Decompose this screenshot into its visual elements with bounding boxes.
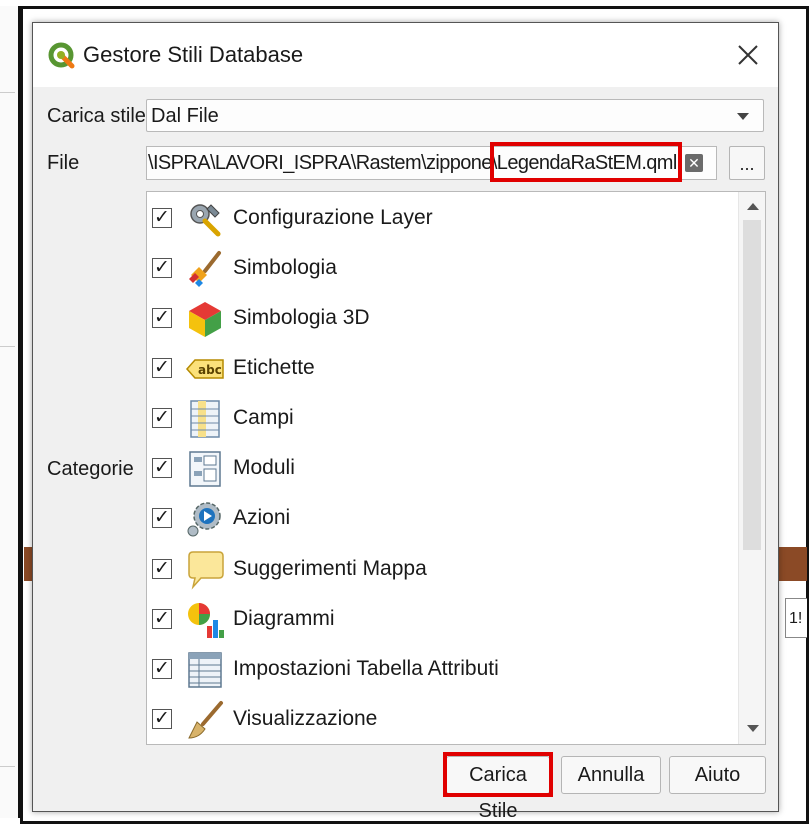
chevron-down-icon xyxy=(737,113,749,120)
diagram-pie-icon xyxy=(188,603,224,638)
load-style-value: Dal File xyxy=(151,105,219,127)
checkbox[interactable]: ✓ xyxy=(152,258,172,278)
rendering-brush-icon xyxy=(188,701,223,739)
list-item[interactable]: ✓ Campi xyxy=(147,394,737,444)
checkbox[interactable]: ✓ xyxy=(152,358,172,378)
load-button-highlight-box xyxy=(443,752,553,797)
checkbox[interactable]: ✓ xyxy=(152,508,172,528)
filename-highlight-box xyxy=(490,142,682,182)
background-divider xyxy=(0,346,15,347)
abc-label-icon: abc xyxy=(185,359,224,379)
map-tips-bubble-icon xyxy=(188,551,224,590)
close-icon xyxy=(738,45,758,65)
checkbox[interactable]: ✓ xyxy=(152,208,172,228)
checkbox[interactable]: ✓ xyxy=(152,308,172,328)
title-bar: Gestore Stili Database xyxy=(33,23,778,87)
list-item-label: Simbologia 3D xyxy=(233,306,370,329)
background-left-panel xyxy=(0,6,21,818)
list-item[interactable]: ✓ Configurazione Layer xyxy=(147,194,737,244)
list-item[interactable]: ✓ Visualizzazione xyxy=(147,695,737,744)
browse-file-button[interactable]: ... xyxy=(729,146,765,180)
background-input: 1! xyxy=(785,598,807,638)
list-item-label: Diagrammi xyxy=(233,607,335,630)
scroll-thumb[interactable] xyxy=(743,220,761,550)
svg-text:abc: abc xyxy=(198,363,222,377)
background-divider xyxy=(0,92,15,93)
checkbox[interactable]: ✓ xyxy=(152,659,172,679)
list-item-label: Moduli xyxy=(233,456,295,479)
list-item-label: Azioni xyxy=(233,506,291,529)
checkbox[interactable]: ✓ xyxy=(152,408,172,428)
fields-icon xyxy=(190,400,220,438)
list-item[interactable]: ✓ Suggerimenti Mappa xyxy=(147,545,737,595)
scroll-up-arrow-icon[interactable] xyxy=(747,203,759,210)
checkbox[interactable]: ✓ xyxy=(152,559,172,579)
list-scrollbar[interactable] xyxy=(738,192,765,744)
categories-label: Categorie xyxy=(47,458,134,480)
list-item-label: Simbologia xyxy=(233,256,337,279)
checkbox[interactable]: ✓ xyxy=(152,609,172,629)
list-item[interactable]: ✓ abc Etichette xyxy=(147,344,737,394)
load-style-label: Carica stile xyxy=(47,105,146,127)
qgis-logo-icon xyxy=(48,42,75,69)
list-item-label: Etichette xyxy=(233,356,315,379)
clear-icon[interactable]: ✕ xyxy=(685,154,703,172)
close-button[interactable] xyxy=(729,37,767,73)
file-label: File xyxy=(47,152,80,174)
list-item-label: Configurazione Layer xyxy=(233,206,433,229)
list-item-label: Suggerimenti Mappa xyxy=(233,557,427,580)
background-divider xyxy=(0,766,15,767)
layer-config-icon xyxy=(190,204,221,237)
categories-list: ✓ Configurazione Layer ✓ Simbologia ✓ Si… xyxy=(146,191,766,745)
list-item-label: Visualizzazione xyxy=(233,707,378,730)
scroll-down-arrow-icon[interactable] xyxy=(747,725,759,732)
list-item-label: Impostazioni Tabella Attributi xyxy=(233,657,499,680)
list-item-label: Campi xyxy=(233,406,294,429)
list-item[interactable]: ✓ Simbologia xyxy=(147,244,737,294)
cube-3d-icon xyxy=(189,302,221,337)
help-button[interactable]: Aiuto xyxy=(669,756,766,794)
style-manager-dialog: Gestore Stili Database Carica stile Dal … xyxy=(32,22,779,822)
checkbox[interactable]: ✓ xyxy=(152,709,172,729)
actions-gear-icon xyxy=(187,502,221,537)
attribute-table-icon xyxy=(188,652,222,688)
list-item[interactable]: ✓ Diagrammi xyxy=(147,595,737,645)
checkbox[interactable]: ✓ xyxy=(152,458,172,478)
file-path-prefix: \ISPRA\LAVORI_ISPRA\Rastem\zippone\ xyxy=(148,152,497,174)
list-item[interactable]: ✓ Moduli xyxy=(147,444,737,494)
dialog-title: Gestore Stili Database xyxy=(83,42,304,67)
cancel-button[interactable]: Annulla xyxy=(561,756,661,794)
forms-icon xyxy=(189,451,221,487)
load-style-select[interactable]: Dal File xyxy=(146,99,764,132)
symbology-brush-icon xyxy=(189,251,221,287)
list-item[interactable]: ✓ Impostazioni Tabella Attributi xyxy=(147,645,737,695)
list-item[interactable]: ✓ Simbologia 3D xyxy=(147,294,737,344)
list-item[interactable]: ✓ Azioni xyxy=(147,494,737,544)
